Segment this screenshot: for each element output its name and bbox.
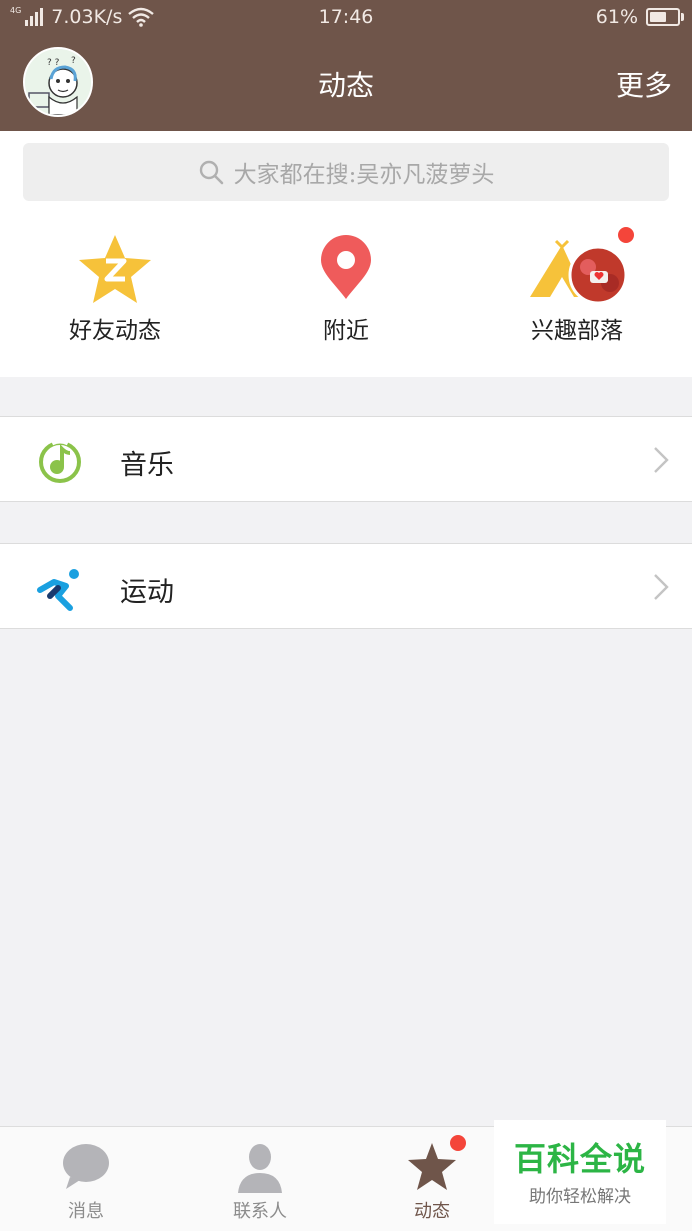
quick-item-nearby[interactable]: 附近 (246, 233, 446, 345)
location-pin-icon (321, 235, 371, 299)
chevron-right-icon (654, 574, 669, 600)
tab-label: 联系人 (233, 1201, 287, 1222)
clock: 17:46 (318, 6, 374, 28)
watermark: 百科全说 助你轻松解决 (494, 1120, 666, 1224)
list-item-music[interactable]: 音乐 (0, 416, 692, 502)
quick-item-interest-tribe[interactable]: 兴趣部落 (477, 227, 677, 345)
run-icon (37, 569, 79, 611)
search-placeholder: 大家都在搜:吴亦凡菠萝头 (233, 162, 495, 188)
watermark-subtitle: 助你轻松解决 (529, 1187, 631, 1207)
battery-percent: 61% (595, 6, 638, 28)
tab-feed[interactable]: 动态 (372, 1135, 492, 1223)
tab-label: 动态 (414, 1201, 450, 1222)
tab-contacts[interactable]: 联系人 (200, 1141, 320, 1223)
chat-bubble-icon (63, 1144, 109, 1189)
star-icon (408, 1143, 456, 1190)
top-bar: 4G 7.03K/s 17:46 61% ? ? ? 动态 更多 (0, 0, 692, 131)
quick-item-label: 好友动态 (69, 318, 161, 344)
battery-icon (646, 8, 684, 26)
notification-dot (450, 1135, 466, 1151)
list-item-label: 音乐 (120, 450, 174, 481)
search-icon (199, 160, 223, 185)
status-bar: 4G 7.03K/s 17:46 61% (0, 0, 692, 34)
quick-entry-panel: 大家都在搜:吴亦凡菠萝头 好友动态 附近 兴趣部落 (0, 131, 692, 377)
battery-fill (650, 12, 666, 22)
page-title: 动态 (317, 69, 374, 102)
quick-item-friend-feed[interactable]: 好友动态 (15, 233, 215, 345)
star-q-icon (79, 235, 151, 303)
more-button[interactable]: 更多 (616, 64, 672, 104)
chevron-right-icon (654, 447, 669, 473)
person-icon (238, 1144, 282, 1193)
search-input[interactable]: 大家都在搜:吴亦凡菠萝头 (23, 143, 669, 201)
watermark-title: 百科全说 (513, 1140, 646, 1178)
tent-icon (530, 239, 628, 305)
quick-item-label: 附近 (323, 318, 369, 344)
list-item-label: 运动 (120, 577, 174, 608)
list-item-sport[interactable]: 运动 (0, 543, 692, 629)
tab-label: 消息 (68, 1201, 104, 1222)
notification-dot (618, 227, 634, 243)
quick-item-label: 兴趣部落 (531, 318, 623, 344)
tab-messages[interactable]: 消息 (26, 1141, 146, 1223)
music-icon (39, 438, 81, 483)
